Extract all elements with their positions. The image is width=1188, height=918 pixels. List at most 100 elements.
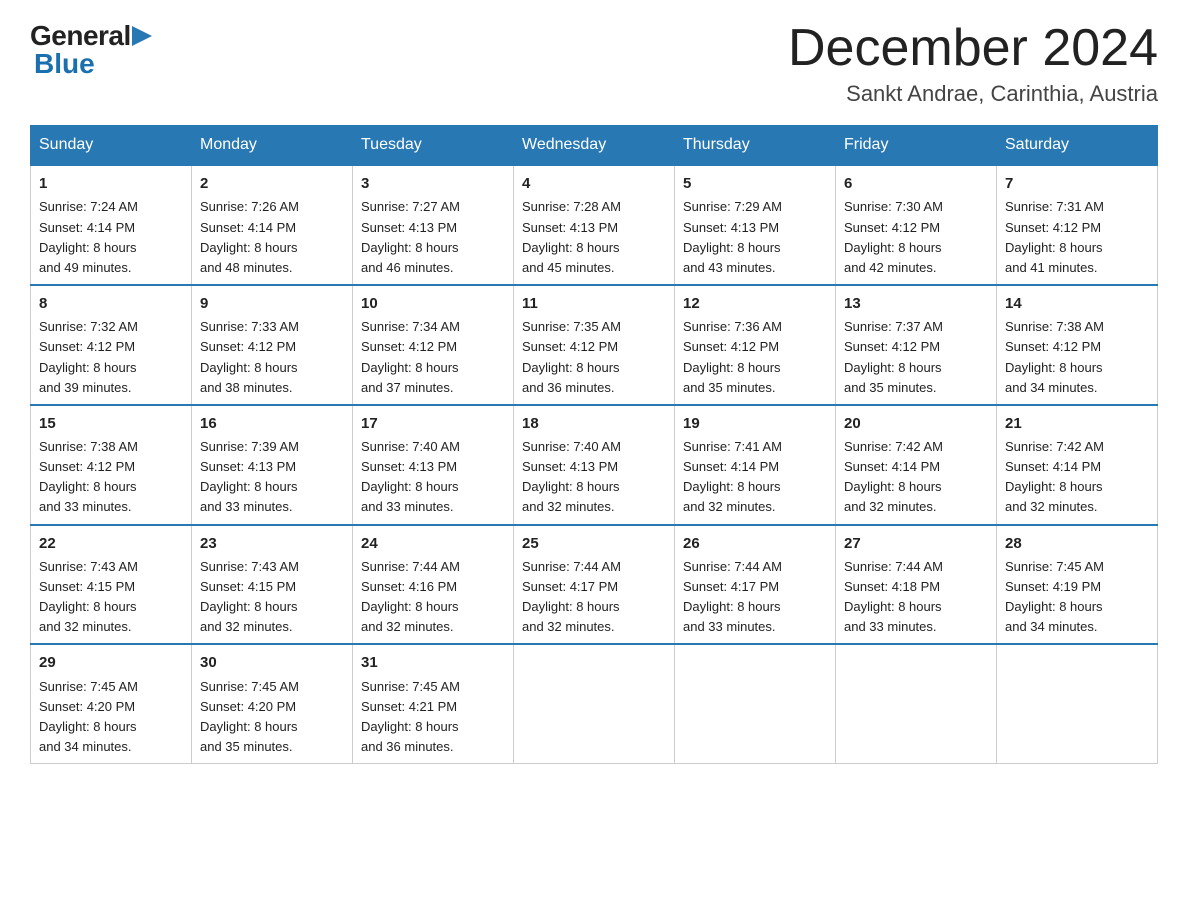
day-number: 23 [200,532,344,555]
calendar-cell: 17Sunrise: 7:40 AMSunset: 4:13 PMDayligh… [353,405,514,525]
day-number: 19 [683,412,827,435]
day-sun-info: Sunrise: 7:44 AMSunset: 4:17 PMDaylight:… [683,557,827,638]
week-row-4: 22 Sunrise: 7:43 AMSunset: 4:15 PMDayligh… [31,525,1158,645]
logo-blue-text: Blue [34,48,95,79]
day-number: 14 [1005,292,1149,315]
day-number: 26 [683,532,827,555]
day-sun-info: Sunrise: 7:45 AMSunset: 4:20 PMDaylight:… [39,677,183,758]
calendar-cell: 9Sunrise: 7:33 AMSunset: 4:12 PMDaylight… [192,285,353,405]
weekday-header-saturday: Saturday [997,126,1158,166]
day-number: 28 [1005,532,1149,555]
calendar-cell: 2Sunrise: 7:26 AMSunset: 4:14 PMDaylight… [192,165,353,285]
day-number: 27 [844,532,988,555]
day-number: 8 [39,292,183,315]
calendar-cell: 25Sunrise: 7:44 AMSunset: 4:17 PMDayligh… [514,525,675,645]
calendar-cell: 12Sunrise: 7:36 AMSunset: 4:12 PMDayligh… [675,285,836,405]
weekday-header-thursday: Thursday [675,126,836,166]
day-number: 30 [200,651,344,674]
calendar-cell: 5Sunrise: 7:29 AMSunset: 4:13 PMDaylight… [675,165,836,285]
calendar-cell: 29 Sunrise: 7:45 AMSunset: 4:20 PMDayligh… [31,644,192,763]
day-sun-info: Sunrise: 7:44 AMSunset: 4:17 PMDaylight:… [522,557,666,638]
day-number: 25 [522,532,666,555]
calendar-cell [997,644,1158,763]
calendar-cell: 4Sunrise: 7:28 AMSunset: 4:13 PMDaylight… [514,165,675,285]
calendar-cell: 24Sunrise: 7:44 AMSunset: 4:16 PMDayligh… [353,525,514,645]
calendar-cell: 1Sunrise: 7:24 AMSunset: 4:14 PMDaylight… [31,165,192,285]
weekday-header-wednesday: Wednesday [514,126,675,166]
calendar-cell: 23Sunrise: 7:43 AMSunset: 4:15 PMDayligh… [192,525,353,645]
calendar-cell: 28Sunrise: 7:45 AMSunset: 4:19 PMDayligh… [997,525,1158,645]
calendar-cell: 7Sunrise: 7:31 AMSunset: 4:12 PMDaylight… [997,165,1158,285]
day-number: 2 [200,172,344,195]
day-sun-info: Sunrise: 7:31 AMSunset: 4:12 PMDaylight:… [1005,197,1149,278]
calendar-cell: 13Sunrise: 7:37 AMSunset: 4:12 PMDayligh… [836,285,997,405]
day-sun-info: Sunrise: 7:26 AMSunset: 4:14 PMDaylight:… [200,197,344,278]
calendar-cell: 22Sunrise: 7:43 AMSunset: 4:15 PMDayligh… [31,525,192,645]
weekday-header-friday: Friday [836,126,997,166]
day-sun-info: Sunrise: 7:38 AMSunset: 4:12 PMDaylight:… [1005,317,1149,398]
calendar-cell: 16Sunrise: 7:39 AMSunset: 4:13 PMDayligh… [192,405,353,525]
day-number: 22 [39,532,183,555]
day-number: 17 [361,412,505,435]
calendar-cell [514,644,675,763]
day-number: 6 [844,172,988,195]
day-number: 1 [39,172,183,195]
day-number: 16 [200,412,344,435]
location-subtitle: Sankt Andrae, Carinthia, Austria [788,81,1158,107]
weekday-header-row: SundayMondayTuesdayWednesdayThursdayFrid… [31,126,1158,166]
day-sun-info: Sunrise: 7:41 AMSunset: 4:14 PMDaylight:… [683,437,827,518]
day-number: 12 [683,292,827,315]
calendar-cell: 15Sunrise: 7:38 AMSunset: 4:12 PMDayligh… [31,405,192,525]
day-number: 3 [361,172,505,195]
weekday-header-tuesday: Tuesday [353,126,514,166]
day-sun-info: Sunrise: 7:24 AMSunset: 4:14 PMDaylight:… [39,197,183,278]
day-number: 10 [361,292,505,315]
calendar-cell: 14Sunrise: 7:38 AMSunset: 4:12 PMDayligh… [997,285,1158,405]
page-header: General Blue December 2024 Sankt Andrae,… [30,20,1158,107]
calendar-cell: 27Sunrise: 7:44 AMSunset: 4:18 PMDayligh… [836,525,997,645]
day-sun-info: Sunrise: 7:45 AMSunset: 4:21 PMDaylight:… [361,677,505,758]
calendar-cell [836,644,997,763]
day-sun-info: Sunrise: 7:39 AMSunset: 4:13 PMDaylight:… [200,437,344,518]
day-sun-info: Sunrise: 7:42 AMSunset: 4:14 PMDaylight:… [844,437,988,518]
day-sun-info: Sunrise: 7:42 AMSunset: 4:14 PMDaylight:… [1005,437,1149,518]
day-sun-info: Sunrise: 7:32 AMSunset: 4:12 PMDaylight:… [39,317,183,398]
day-sun-info: Sunrise: 7:36 AMSunset: 4:12 PMDaylight:… [683,317,827,398]
calendar-cell: 26Sunrise: 7:44 AMSunset: 4:17 PMDayligh… [675,525,836,645]
day-sun-info: Sunrise: 7:33 AMSunset: 4:12 PMDaylight:… [200,317,344,398]
weekday-header-monday: Monday [192,126,353,166]
day-number: 20 [844,412,988,435]
month-title: December 2024 [788,20,1158,77]
day-number: 7 [1005,172,1149,195]
day-sun-info: Sunrise: 7:45 AMSunset: 4:19 PMDaylight:… [1005,557,1149,638]
calendar-table: SundayMondayTuesdayWednesdayThursdayFrid… [30,125,1158,764]
calendar-cell: 8Sunrise: 7:32 AMSunset: 4:12 PMDaylight… [31,285,192,405]
day-sun-info: Sunrise: 7:43 AMSunset: 4:15 PMDaylight:… [200,557,344,638]
calendar-cell: 11Sunrise: 7:35 AMSunset: 4:12 PMDayligh… [514,285,675,405]
calendar-cell [675,644,836,763]
week-row-1: 1Sunrise: 7:24 AMSunset: 4:14 PMDaylight… [31,165,1158,285]
logo-area: General Blue [30,20,152,80]
logo-icon [132,26,152,46]
day-sun-info: Sunrise: 7:38 AMSunset: 4:12 PMDaylight:… [39,437,183,518]
day-sun-info: Sunrise: 7:37 AMSunset: 4:12 PMDaylight:… [844,317,988,398]
day-sun-info: Sunrise: 7:30 AMSunset: 4:12 PMDaylight:… [844,197,988,278]
week-row-5: 29 Sunrise: 7:45 AMSunset: 4:20 PMDayligh… [31,644,1158,763]
title-area: December 2024 Sankt Andrae, Carinthia, A… [788,20,1158,107]
day-number: 5 [683,172,827,195]
day-number: 15 [39,412,183,435]
day-number: 9 [200,292,344,315]
weekday-header-sunday: Sunday [31,126,192,166]
day-number: 18 [522,412,666,435]
calendar-cell: 20Sunrise: 7:42 AMSunset: 4:14 PMDayligh… [836,405,997,525]
day-sun-info: Sunrise: 7:40 AMSunset: 4:13 PMDaylight:… [361,437,505,518]
calendar-cell: 3Sunrise: 7:27 AMSunset: 4:13 PMDaylight… [353,165,514,285]
day-sun-info: Sunrise: 7:34 AMSunset: 4:12 PMDaylight:… [361,317,505,398]
calendar-cell: 6Sunrise: 7:30 AMSunset: 4:12 PMDaylight… [836,165,997,285]
day-sun-info: Sunrise: 7:27 AMSunset: 4:13 PMDaylight:… [361,197,505,278]
day-sun-info: Sunrise: 7:28 AMSunset: 4:13 PMDaylight:… [522,197,666,278]
day-number: 11 [522,292,666,315]
day-number: 13 [844,292,988,315]
calendar-cell: 10Sunrise: 7:34 AMSunset: 4:12 PMDayligh… [353,285,514,405]
day-number: 29 [39,651,183,674]
